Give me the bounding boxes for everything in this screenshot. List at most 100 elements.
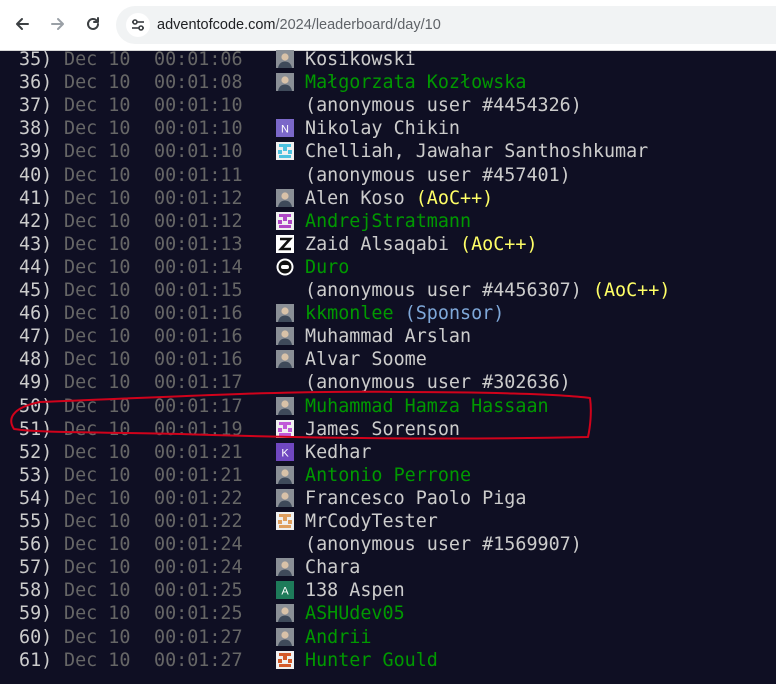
avatar-photo-icon[interactable] [276,627,294,646]
user-name-text[interactable]: Andrii [305,627,371,648]
leaderboard-row: 58) Dec 10 00:01:25 A 138 Aspen [0,579,776,602]
completion-date: Dec 10 [64,487,131,509]
avatar-photo-icon[interactable] [276,304,294,323]
user-name-link[interactable]: Andrii [305,626,371,649]
user-name-link[interactable]: Muhammad Hamza Hassaan [305,395,549,418]
rank-number: 56) [19,534,53,556]
avatar-photo-icon [276,350,294,369]
completion-time: 00:01:25 [154,603,243,625]
user-name-text[interactable]: Duro [305,257,349,278]
rank-number: 45) [19,280,53,301]
leaderboard-row: 38) Dec 10 00:01:10 N Nikolay Chikin [0,117,776,140]
completion-time: 00:01:24 [154,534,243,556]
user-name-link[interactable]: ASHUdev05 [305,602,405,625]
address-bar[interactable]: adventofcode.com/2024/leaderboard/day/10 [116,6,776,44]
completion-date: Dec 10 [64,326,131,348]
leaderboard-row: 41) Dec 10 00:01:12 Alen Koso (AoC++) [0,187,776,210]
user-name-text: (anonymous user #302636) [305,372,571,394]
rank-number: 54) [19,487,53,509]
user-name-text[interactable]: Muhammad Hamza Hassaan [305,396,549,417]
avatar-identicon-icon [276,419,294,438]
user-name: Chelliah, Jawahar Santhoshkumar [305,140,648,163]
completion-time: 00:01:22 [154,487,243,509]
user-name-text[interactable]: Antonio Perrone [305,465,471,486]
reload-button[interactable] [80,11,106,37]
forward-button[interactable] [45,11,71,37]
rank-number: 39) [19,141,53,163]
arrow-right-icon [51,18,64,30]
completion-time: 00:01:17 [154,372,243,394]
leaderboard-row: 52) Dec 10 00:01:21 K Kedhar [0,441,776,464]
leaderboard-row: 39) Dec 10 00:01:10 Chelliah, Jawahar Santh… [0,140,776,163]
rank-number: 60) [19,626,53,648]
completion-date: Dec 10 [64,464,131,486]
user-name-text[interactable]: ASHUdev05 [305,603,405,624]
user-name-text[interactable]: AndrejStratmann [305,211,471,232]
avatar-photo-icon [276,558,294,577]
user-name-text: (anonymous user #457401) [305,164,571,186]
rank-number: 46) [19,303,53,325]
avatar-photo-icon[interactable] [276,465,294,484]
user-name-link[interactable]: Antonio Perrone [305,464,471,487]
rank-number: 44) [19,256,53,278]
url-text[interactable]: adventofcode.com/2024/leaderboard/day/10 [157,6,441,44]
aoc-plus-badge[interactable]: (AoC++) [416,188,494,209]
completion-date: Dec 10 [64,118,131,140]
site-info-button[interactable] [126,13,150,37]
browser-toolbar: adventofcode.com/2024/leaderboard/day/10 [0,0,776,51]
completion-time: 00:01:17 [154,395,243,417]
user-name-text[interactable]: Hunter Gould [305,650,438,671]
rank-number: 59) [19,603,53,625]
completion-date: Dec 10 [64,441,131,463]
user-name-text: (anonymous user #1569907) [305,534,582,556]
user-name-text[interactable]: Małgorzata Kozłowska [305,72,526,93]
completion-time: 00:01:12 [154,187,243,209]
leaderboard-row: 48) Dec 10 00:01:16 Alvar Soome [0,348,776,371]
aoc-plus-badge[interactable]: (AoC++) [593,280,671,301]
leaderboard-row: 57) Dec 10 00:01:24 Chara [0,556,776,579]
user-name: MrCodyTester [305,510,438,533]
sponsor-badge[interactable]: (Sponsor) [405,303,505,324]
user-name-link[interactable]: Duro [305,256,349,279]
user-name: (anonymous user #4456307) (AoC++) [305,279,670,302]
leaderboard-row: 42) Dec 10 00:01:12 AndrejStratmann [0,210,776,233]
leaderboard-row: 36) Dec 10 00:01:08 Małgorzata Kozłowska [0,71,776,94]
completion-time: 00:01:25 [154,580,243,602]
user-name: Nikolay Chikin [305,117,460,140]
avatar-photo-icon[interactable] [276,396,294,415]
back-button[interactable] [9,11,35,37]
avatar-photo-icon[interactable] [276,604,294,623]
user-name: (anonymous user #457401) [305,164,571,187]
completion-time: 00:01:10 [154,118,243,140]
completion-date: Dec 10 [64,534,131,556]
user-name-link[interactable]: kkmonlee (Sponsor) [305,302,504,325]
leaderboard-row: 60) Dec 10 00:01:27 Andrii [0,626,776,649]
completion-date: Dec 10 [64,280,131,301]
user-name-link[interactable]: AndrejStratmann [305,210,471,233]
avatar-dd-logo-icon[interactable] [276,258,294,276]
avatar-identicon-icon[interactable] [276,211,294,230]
avatar-photo-icon [276,188,294,207]
aoc-plus-badge[interactable]: (AoC++) [460,234,538,255]
user-name: Alvar Soome [305,348,427,371]
rank-number: 57) [19,557,53,579]
rank-number: 61) [19,649,53,671]
user-name-text: Muhammad Arslan [305,326,472,348]
avatar-photo-icon[interactable] [276,73,294,92]
user-name: Alen Koso (AoC++) [305,187,493,210]
user-name-link[interactable]: Hunter Gould [305,649,438,672]
svg-text:K: K [281,447,289,459]
user-name-link[interactable]: Małgorzata Kozłowska [305,71,526,94]
rank-number: 50) [19,395,53,417]
completion-time: 00:01:06 [154,49,243,70]
url-path: /2024/leaderboard/day/10 [275,17,441,33]
completion-date: Dec 10 [64,349,131,371]
completion-time: 00:01:19 [154,418,243,440]
rank-number: 49) [19,372,53,394]
avatar-identicon-icon[interactable] [276,650,294,669]
rank-number: 35) [19,49,53,70]
user-name-text[interactable]: kkmonlee [305,303,394,324]
avatar-photo-icon [276,50,294,68]
completion-time: 00:01:12 [154,210,243,232]
user-name-text: Zaid Alsaqabi [305,233,449,255]
